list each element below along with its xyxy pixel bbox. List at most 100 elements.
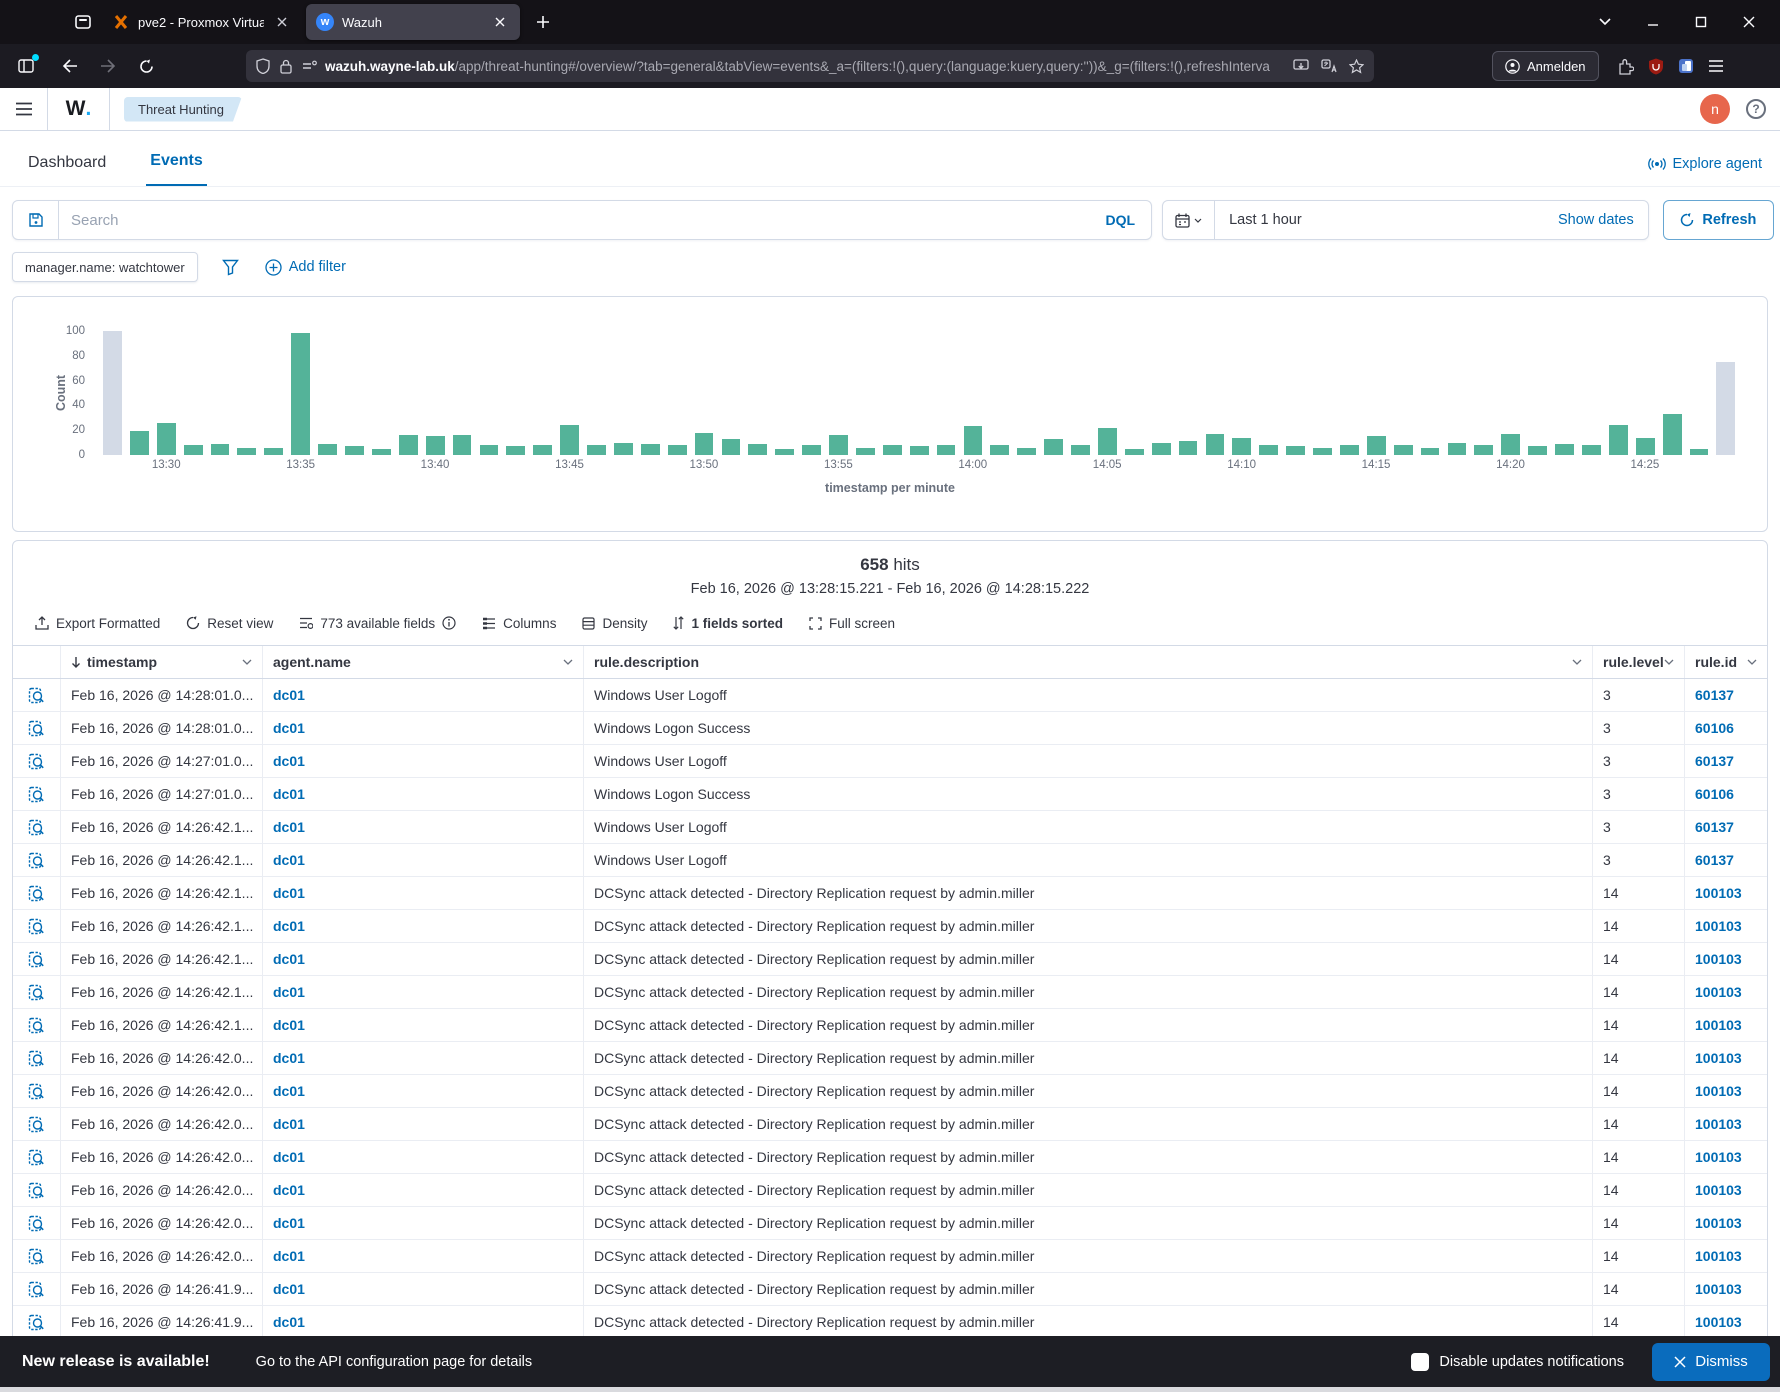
chart-bar[interactable]	[695, 433, 714, 455]
chart-bar[interactable]	[426, 436, 445, 455]
calendar-icon[interactable]	[1163, 201, 1215, 239]
chevron-down-icon[interactable]	[1572, 659, 1582, 665]
chart-bar[interactable]	[264, 448, 283, 455]
chart-bar[interactable]	[506, 446, 525, 455]
rule-id-link[interactable]: 100103	[1685, 1108, 1767, 1140]
rule-id-link[interactable]: 100103	[1685, 1240, 1767, 1272]
agent-link[interactable]: dc01	[263, 943, 584, 975]
rule-id-link[interactable]: 100103	[1685, 1207, 1767, 1239]
agent-link[interactable]: dc01	[263, 1306, 584, 1338]
rule-id-link[interactable]: 60137	[1685, 844, 1767, 876]
chart-bar[interactable]	[1421, 448, 1440, 455]
chart-bar[interactable]	[883, 445, 902, 455]
full-screen-button[interactable]: Full screen	[809, 616, 895, 631]
api-config-link[interactable]: Go to the API configuration page for det…	[256, 1354, 532, 1370]
agent-link[interactable]: dc01	[263, 1075, 584, 1107]
rule-id-link[interactable]: 100103	[1685, 1306, 1767, 1338]
chart-bar[interactable]	[1716, 362, 1735, 455]
row-expand-icon[interactable]	[13, 1273, 61, 1305]
breadcrumb[interactable]: Threat Hunting	[124, 97, 242, 122]
chart-bar[interactable]	[1690, 449, 1709, 455]
header-rule-description[interactable]: rule.description	[584, 646, 1593, 678]
reload-button[interactable]	[130, 50, 162, 82]
chart-bar[interactable]	[748, 444, 767, 455]
chart-bar[interactable]	[184, 445, 203, 455]
chart-bar[interactable]	[1286, 446, 1305, 455]
rule-id-link[interactable]: 100103	[1685, 1042, 1767, 1074]
chart-bar[interactable]	[480, 445, 499, 455]
rule-id-link[interactable]: 100103	[1685, 1273, 1767, 1305]
chevron-down-icon[interactable]	[1747, 659, 1757, 665]
chart-bar[interactable]	[1259, 445, 1278, 455]
agent-link[interactable]: dc01	[263, 712, 584, 744]
chart-bar[interactable]	[1663, 414, 1682, 455]
saved-query-icon[interactable]	[13, 201, 59, 239]
chart-bar[interactable]	[1206, 434, 1225, 455]
chart-bar[interactable]	[1098, 428, 1117, 455]
chart-bar[interactable]	[1609, 425, 1628, 455]
available-fields-button[interactable]: 773 available fields	[299, 616, 456, 631]
agent-link[interactable]: dc01	[263, 1009, 584, 1041]
wazuh-logo[interactable]: W.	[48, 88, 110, 131]
time-range-value[interactable]: Last 1 hour	[1229, 212, 1558, 228]
rule-id-link[interactable]: 100103	[1685, 976, 1767, 1008]
agent-link[interactable]: dc01	[263, 844, 584, 876]
rule-id-link[interactable]: 100103	[1685, 943, 1767, 975]
agent-link[interactable]: dc01	[263, 1240, 584, 1272]
agent-link[interactable]: dc01	[263, 877, 584, 909]
chart-bar[interactable]	[668, 445, 687, 455]
explore-agent-button[interactable]: Explore agent	[1648, 156, 1762, 186]
chart-bar[interactable]	[1582, 445, 1601, 455]
agent-link[interactable]: dc01	[263, 910, 584, 942]
header-timestamp[interactable]: timestamp	[61, 646, 263, 678]
agent-link[interactable]: dc01	[263, 778, 584, 810]
new-tab-button[interactable]	[528, 7, 558, 37]
row-expand-icon[interactable]	[13, 943, 61, 975]
sorted-fields-button[interactable]: 1 fields sorted	[673, 616, 783, 631]
chart-bar[interactable]	[345, 446, 364, 455]
row-expand-icon[interactable]	[13, 1141, 61, 1173]
tab-events[interactable]: Events	[146, 152, 206, 186]
agent-link[interactable]: dc01	[263, 1174, 584, 1206]
window-minimize-button[interactable]	[1638, 7, 1668, 37]
chart-bar[interactable]	[1474, 445, 1493, 455]
header-agent-name[interactable]: agent.name	[263, 646, 584, 678]
export-button[interactable]: Export Formatted	[35, 616, 160, 631]
extensions-puzzle-icon[interactable]	[1617, 58, 1634, 75]
tab-close-icon[interactable]	[490, 12, 510, 32]
chart-bar[interactable]	[560, 425, 579, 455]
url-bar[interactable]: wazuh.wayne-lab.uk/app/threat-hunting#/o…	[246, 50, 1374, 82]
browser-tab-wazuh[interactable]: w Wazuh	[306, 4, 520, 40]
chart-bar[interactable]	[453, 435, 472, 455]
browser-tab-proxmox[interactable]: pve2 - Proxmox Virtual Environr	[102, 4, 302, 40]
agent-link[interactable]: dc01	[263, 745, 584, 777]
chart-bar[interactable]	[157, 423, 176, 455]
agent-link[interactable]: dc01	[263, 1207, 584, 1239]
tab-close-icon[interactable]	[272, 12, 292, 32]
chart-bar[interactable]	[399, 435, 418, 455]
password-extension-icon[interactable]	[1678, 58, 1694, 74]
chart-bar[interactable]	[291, 333, 310, 455]
row-expand-icon[interactable]	[13, 712, 61, 744]
chart-bar[interactable]	[533, 445, 552, 455]
chevron-down-icon[interactable]	[563, 659, 573, 665]
rule-id-link[interactable]: 100103	[1685, 877, 1767, 909]
chart-bar[interactable]	[318, 444, 337, 455]
chevron-down-icon[interactable]	[1664, 659, 1674, 665]
chart-bar[interactable]	[237, 448, 256, 455]
agent-link[interactable]: dc01	[263, 679, 584, 711]
chart-bar[interactable]	[1636, 438, 1655, 455]
agent-link[interactable]: dc01	[263, 976, 584, 1008]
chart-bar[interactable]	[829, 435, 848, 455]
window-maximize-button[interactable]	[1686, 7, 1716, 37]
bookmark-star-icon[interactable]	[1349, 59, 1364, 74]
row-expand-icon[interactable]	[13, 1108, 61, 1140]
agent-link[interactable]: dc01	[263, 1108, 584, 1140]
rule-id-link[interactable]: 60106	[1685, 712, 1767, 744]
filter-chip[interactable]: manager.name: watchtower	[12, 252, 198, 282]
reset-view-button[interactable]: Reset view	[186, 616, 273, 631]
chart-bar[interactable]	[1501, 434, 1520, 455]
rule-id-link[interactable]: 100103	[1685, 1141, 1767, 1173]
rule-id-link[interactable]: 100103	[1685, 1075, 1767, 1107]
row-expand-icon[interactable]	[13, 1174, 61, 1206]
